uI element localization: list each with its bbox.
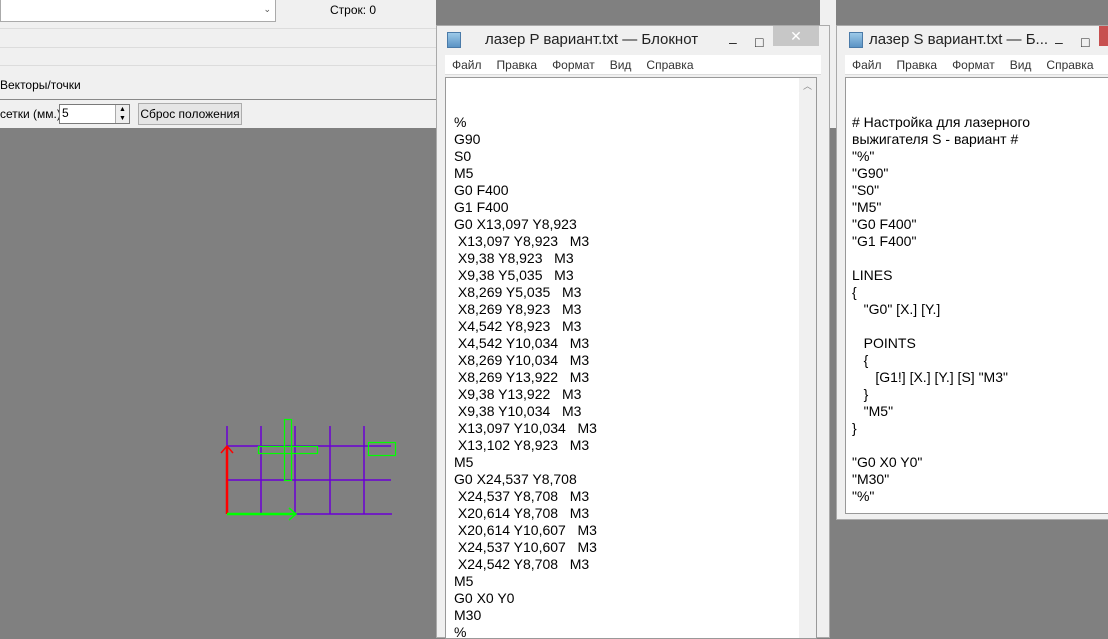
menu-edit[interactable]: Правка xyxy=(497,58,538,72)
maximize-icon[interactable]: □ xyxy=(1081,28,1089,56)
grid-lines xyxy=(226,426,392,515)
minimize-icon[interactable]: – xyxy=(729,28,737,56)
chevron-down-icon[interactable]: ⌄ xyxy=(263,4,271,15)
cross-horizontal-shape xyxy=(257,445,319,455)
vectors-points-tab[interactable]: Векторы/точки xyxy=(0,78,81,92)
menu-help[interactable]: Справка xyxy=(646,58,693,72)
divider xyxy=(0,65,436,66)
notepad-s-window: лазер S вариант.txt — Б... – □ Файл Правк… xyxy=(836,25,1108,520)
close-icon[interactable]: ✕ xyxy=(773,26,819,46)
file-combobox[interactable]: ⌄ xyxy=(0,0,276,22)
menu-view[interactable]: Вид xyxy=(610,58,632,72)
cross-vertical-shape xyxy=(283,418,293,482)
grid-size-value: 5 xyxy=(62,106,69,120)
drawing-canvas[interactable] xyxy=(0,128,436,638)
menu-bar: Файл Правка Формат Вид Справка xyxy=(445,55,821,75)
menu-edit[interactable]: Правка xyxy=(897,58,938,72)
rect-shape xyxy=(367,441,397,457)
reset-position-button[interactable]: Сброс положения xyxy=(138,103,242,125)
divider xyxy=(0,99,436,100)
divider xyxy=(0,28,436,29)
editor-content: # Настройка для лазерного выжигателя S -… xyxy=(852,114,1031,504)
divider xyxy=(0,47,436,48)
maximize-icon[interactable]: □ xyxy=(755,28,763,56)
menu-format[interactable]: Формат xyxy=(552,58,595,72)
title-bar[interactable]: лазер P вариант.txt — Блокнот – □ ✕ xyxy=(437,26,829,54)
menu-help[interactable]: Справка xyxy=(1046,58,1093,72)
spin-arrows-icon[interactable]: ▲ ▼ xyxy=(115,105,129,123)
notepad-icon xyxy=(447,32,461,48)
title-bar[interactable]: лазер S вариант.txt — Б... – □ xyxy=(837,26,1108,54)
text-editor[interactable]: # Настройка для лазерного выжигателя S -… xyxy=(845,77,1108,514)
menu-file[interactable]: Файл xyxy=(852,58,882,72)
vertical-scrollbar[interactable]: ︿ xyxy=(799,78,816,638)
window-title: лазер P вариант.txt — Блокнот xyxy=(485,31,699,48)
shape-outlines xyxy=(257,418,397,482)
notepad-p-window: лазер P вариант.txt — Блокнот – □ ✕ Файл… xyxy=(436,25,830,639)
grid-size-stepper[interactable]: 5 ▲ ▼ xyxy=(59,104,130,124)
menu-bar: Файл Правка Формат Вид Справка xyxy=(845,55,1108,75)
app-toolbar-area: ⌄ Строк: 0 Векторы/точки сетки (мм.): 5 ▲… xyxy=(0,0,436,128)
rows-count-label: Строк: 0 xyxy=(330,3,377,17)
editor-content: % G90 S0 M5 G0 F400 G1 F400 G0 X13,097 Y… xyxy=(454,114,597,639)
close-icon[interactable] xyxy=(1099,26,1108,46)
menu-view[interactable]: Вид xyxy=(1010,58,1032,72)
text-editor[interactable]: % G90 S0 M5 G0 F400 G1 F400 G0 X13,097 Y… xyxy=(445,77,817,639)
minimize-icon[interactable]: – xyxy=(1055,28,1063,56)
grid-size-label: сетки (мм.): xyxy=(0,107,65,121)
notepad-icon xyxy=(849,32,863,48)
window-title: лазер S вариант.txt — Б... xyxy=(869,31,1049,48)
menu-file[interactable]: Файл xyxy=(452,58,482,72)
menu-format[interactable]: Формат xyxy=(952,58,995,72)
